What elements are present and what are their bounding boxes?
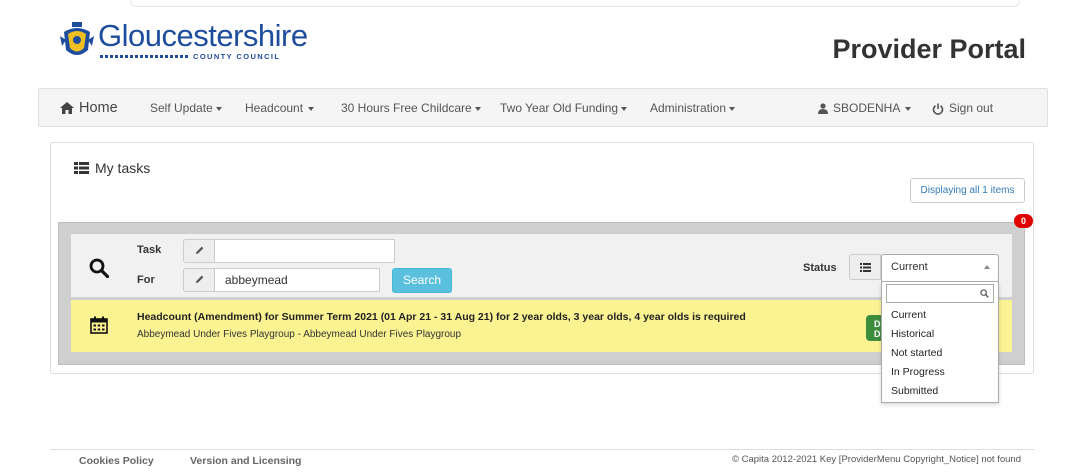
nav-self-update[interactable]: Self Update: [150, 89, 222, 127]
cookies-policy-link[interactable]: Cookies Policy: [79, 455, 154, 467]
status-dropdown: Current Historical Not started In Progre…: [881, 281, 999, 403]
version-licensing-link[interactable]: Version and Licensing: [190, 455, 301, 467]
footer-divider: [50, 449, 1034, 450]
search-button[interactable]: Search: [392, 268, 452, 293]
crest-icon: [60, 22, 94, 55]
display-count-button[interactable]: Displaying all 1 items: [910, 178, 1025, 203]
status-option-in-progress[interactable]: In Progress: [891, 366, 945, 378]
chevron-down-icon: [729, 106, 736, 111]
task-label: Task: [137, 244, 162, 256]
portal-title: Provider Portal: [832, 34, 1026, 64]
header: Gloucestershire COUNTY COUNCIL Provider …: [0, 0, 1074, 86]
calendar-icon: [90, 316, 108, 334]
chevron-down-icon: [474, 106, 481, 111]
status-selected-value: Current: [891, 261, 928, 273]
chevron-down-icon: [621, 106, 628, 111]
chevron-down-icon: [905, 106, 912, 111]
task-action-line-1: D: [874, 319, 881, 329]
for-label: For: [137, 274, 155, 286]
nav-user-label: SBODENHA: [833, 101, 901, 115]
nav-home-label: Home: [79, 100, 118, 116]
nav-30-hours-label: 30 Hours Free Childcare: [341, 101, 472, 115]
my-tasks-title-text: My tasks: [95, 160, 151, 176]
task-action-line-2: D: [874, 329, 881, 339]
for-pencil-addon: [183, 268, 215, 292]
nav-headcount[interactable]: Headcount: [245, 89, 315, 127]
nav-30-hours[interactable]: 30 Hours Free Childcare: [341, 89, 481, 127]
council-logo[interactable]: Gloucestershire COUNTY COUNCIL: [58, 18, 308, 64]
nav-user-menu[interactable]: SBODENHA: [818, 89, 912, 127]
nav-administration[interactable]: Administration: [650, 89, 736, 127]
nav-home[interactable]: Home: [60, 89, 118, 127]
status-option-submitted[interactable]: Submitted: [891, 385, 938, 397]
nav-two-year-old-funding[interactable]: Two Year Old Funding: [500, 89, 628, 127]
notification-badge: 0: [1014, 214, 1033, 228]
tasks-list-icon: [74, 162, 89, 174]
power-icon: [932, 103, 944, 115]
task-pencil-addon: [183, 239, 215, 263]
status-select[interactable]: Current: [881, 254, 999, 281]
copyright-notice: © Capita 2012-2021 Key [ProviderMenu Cop…: [731, 454, 1021, 465]
home-icon: [60, 102, 74, 115]
status-label: Status: [803, 262, 837, 274]
task-title[interactable]: Headcount (Amendment) for Summer Term 20…: [137, 311, 746, 323]
user-icon: [818, 103, 828, 115]
nav-sign-out-label: Sign out: [949, 101, 994, 115]
chevron-down-icon: [215, 106, 222, 111]
status-option-current[interactable]: Current: [891, 309, 926, 321]
task-input[interactable]: [215, 239, 395, 263]
nav-self-update-label: Self Update: [150, 101, 213, 115]
search-icon: [89, 258, 109, 278]
status-dropdown-search[interactable]: [886, 284, 994, 303]
nav-administration-label: Administration: [650, 101, 727, 115]
pencil-icon: [195, 275, 203, 284]
logo-rule: [100, 55, 190, 58]
task-subtitle: Abbeymead Under Fives Playgroup - Abbeym…: [137, 329, 462, 340]
status-addon: [849, 254, 881, 280]
list-icon: [860, 263, 871, 272]
chevron-up-icon: [984, 265, 990, 269]
chevron-down-icon: [308, 106, 315, 111]
nav-sign-out[interactable]: Sign out: [932, 89, 993, 127]
for-input[interactable]: [215, 268, 380, 292]
status-option-not-started[interactable]: Not started: [891, 347, 942, 359]
status-option-historical[interactable]: Historical: [891, 328, 934, 340]
nav-headcount-label: Headcount: [245, 101, 304, 115]
search-icon: [980, 289, 989, 298]
logo-main-text: Gloucestershire: [98, 18, 308, 53]
nav-two-year-old-funding-label: Two Year Old Funding: [500, 101, 619, 115]
logo-sub-text: COUNTY COUNCIL: [193, 52, 281, 61]
my-tasks-title: My tasks: [74, 160, 150, 176]
pencil-icon: [195, 246, 203, 255]
